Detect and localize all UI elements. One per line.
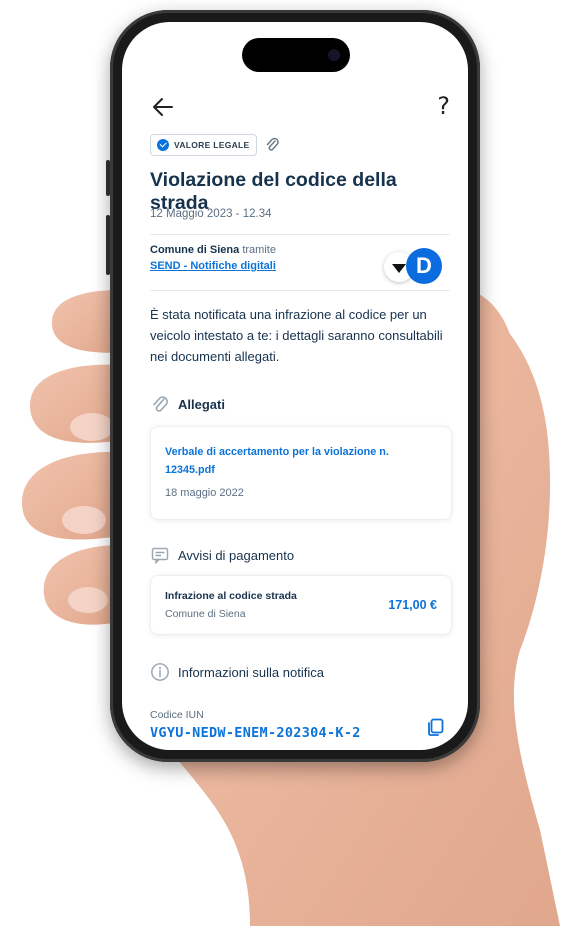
paperclip-icon	[266, 137, 279, 151]
receipt-icon	[151, 547, 169, 565]
top-bar: ?	[150, 92, 450, 128]
iun-value: VGYU-NEDW-ENEM-202304-K-2	[150, 725, 361, 741]
divider	[150, 290, 450, 291]
divider	[150, 234, 450, 235]
sender-name: Comune di Siena	[150, 244, 240, 256]
phone-side-button	[106, 215, 110, 275]
iun-label: Codice IUN	[150, 709, 204, 721]
attachment-filename-link[interactable]: Verbale di accertamento per la violazion…	[165, 443, 415, 479]
copy-icon[interactable]	[424, 716, 446, 738]
info-icon	[151, 663, 169, 681]
sender-logos: D	[376, 246, 446, 286]
dynamic-island	[242, 38, 350, 72]
camera-dot	[328, 49, 340, 61]
help-button[interactable]: ?	[437, 92, 450, 120]
arrow-left-icon[interactable]	[150, 94, 176, 120]
payment-title: Infrazione al codice strada	[165, 590, 297, 602]
verified-check-icon	[157, 139, 169, 151]
phone-frame: ? VALORE LEGALE Violazione del codice de…	[106, 10, 480, 762]
app-screen: ? VALORE LEGALE Violazione del codice de…	[122, 22, 468, 750]
attachment-card[interactable]: Verbale di accertamento per la violazion…	[150, 426, 452, 520]
payment-card[interactable]: Infrazione al codice strada Comune di Si…	[150, 575, 452, 635]
payments-title-label: Avvisi di pagamento	[178, 547, 295, 563]
payment-amount: 171,00 €	[388, 598, 437, 612]
phone-side-button	[106, 160, 110, 196]
send-logo-icon: D	[406, 248, 442, 284]
product-mockup: ? VALORE LEGALE Violazione del codice de…	[0, 0, 576, 926]
paperclip-icon	[153, 396, 168, 412]
sender-via: tramite	[242, 244, 276, 256]
legal-value-badge: VALORE LEGALE	[150, 134, 257, 156]
notification-body: È stata notificata una infrazione al cod…	[150, 307, 443, 364]
attachments-section-title: Allegati	[150, 394, 225, 414]
info-section-title: Informazioni sulla notifica	[150, 662, 324, 682]
attachment-date: 18 maggio 2022	[165, 487, 244, 499]
sender-block: Comune di Siena tramite SEND - Notifiche…	[150, 244, 450, 284]
legal-value-label: VALORE LEGALE	[174, 140, 250, 150]
payments-section-title: Avvisi di pagamento	[150, 545, 294, 565]
badge-row: VALORE LEGALE	[150, 134, 279, 156]
info-title-label: Informazioni sulla notifica	[178, 664, 324, 680]
attachments-title-label: Allegati	[178, 396, 225, 412]
payment-issuer: Comune di Siena	[165, 608, 246, 620]
notification-date: 12 Maggio 2023 - 12.34	[150, 208, 272, 220]
